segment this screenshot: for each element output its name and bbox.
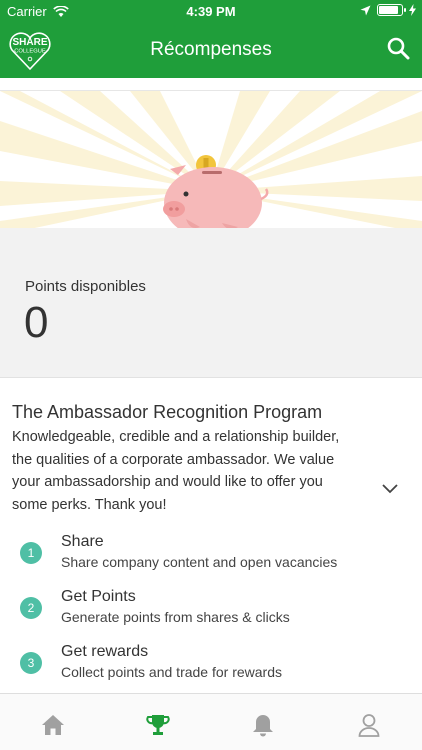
- battery-fill: [379, 6, 398, 14]
- sunburst-piggy-illustration: [0, 91, 422, 228]
- nav-bar: SHARE COLLEGUE Récompenses: [0, 22, 422, 78]
- step-number: 1: [20, 542, 42, 564]
- program-description: Knowledgeable, credible and a relationsh…: [12, 429, 340, 513]
- program-title: The Ambassador Recognition Program: [12, 402, 323, 422]
- chevron-down-icon[interactable]: [380, 481, 400, 495]
- step-title: Share: [61, 533, 104, 550]
- points-value: 0: [24, 298, 49, 347]
- status-right: [360, 4, 416, 16]
- search-icon[interactable]: [386, 36, 410, 60]
- step-number: 2: [20, 597, 42, 619]
- user-icon[interactable]: [356, 712, 382, 738]
- step-number: 3: [20, 652, 42, 674]
- step-description: Share company content and open vacancies: [61, 554, 338, 570]
- points-label: Points disponibles: [25, 278, 146, 295]
- battery-icon: [377, 4, 406, 16]
- trophy-icon[interactable]: [145, 712, 171, 738]
- points-panel: Points disponibles 0: [0, 228, 422, 378]
- step-title: Get rewards: [61, 643, 149, 660]
- charging-bolt-icon: [409, 4, 416, 16]
- step-share: 1 Share Share company content and open v…: [20, 533, 410, 581]
- program-section: The Ambassador Recognition Program Knowl…: [0, 378, 422, 693]
- step-description: Collect points and trade for rewards: [61, 664, 282, 680]
- hero-illustration: [0, 90, 422, 228]
- step-get-rewards: 3 Get rewards Collect points and trade f…: [20, 643, 410, 691]
- home-icon[interactable]: [40, 712, 66, 738]
- bell-icon[interactable]: [250, 712, 276, 738]
- page-title: Récompenses: [150, 39, 272, 60]
- tab-bar: [0, 693, 422, 750]
- status-bar: Carrier 4:39 PM: [0, 0, 422, 22]
- step-title: Get Points: [61, 588, 136, 605]
- step-get-points: 2 Get Points Generate points from shares…: [20, 588, 410, 636]
- status-time: 4:39 PM: [186, 4, 236, 19]
- location-arrow-icon: [360, 5, 371, 15]
- step-description: Generate points from shares & clicks: [61, 609, 290, 625]
